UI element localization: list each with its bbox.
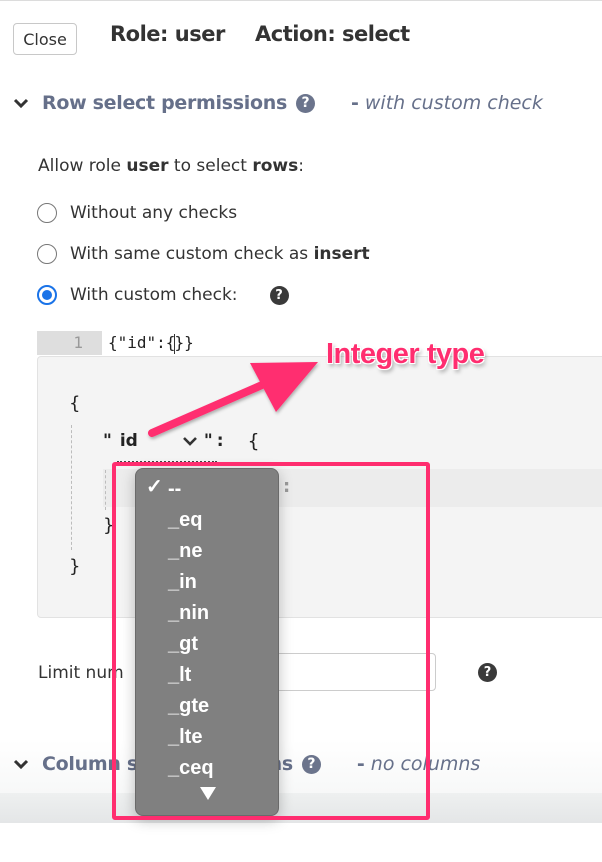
limit-label: Limit num [38,663,124,683]
allow-description: Allow role user to select rows: [38,156,304,176]
indent-guide [71,425,72,550]
top-divider [0,0,602,1]
open-brace: { [69,393,81,414]
role-title: Role: user [110,22,225,46]
chevron-down-icon [13,98,29,109]
action-title: Action: select [255,22,410,46]
radio-custom-check[interactable]: With custom check: ? [37,285,289,305]
radio-same-as-insert[interactable]: With same custom check as insert [37,244,370,264]
annotation-label: Integer type [326,338,485,370]
row-permissions-note: - with custom check [351,92,543,114]
help-icon[interactable]: ? [269,285,289,305]
close-button[interactable]: Close [13,23,77,55]
radio-without-checks[interactable]: Without any checks [37,203,237,223]
code-editor[interactable]: {"id":{}} [108,331,194,355]
radio-button[interactable] [37,203,57,223]
radio-button[interactable] [37,244,57,264]
row-permissions-header[interactable]: Row select permissions ? - with custom ch… [12,92,543,114]
help-icon[interactable]: ? [296,93,315,113]
chevron-down-icon [182,437,197,446]
indent-guide-inner [105,470,106,510]
radio-button-selected[interactable] [37,285,57,305]
column-select[interactable]: " id ": { [103,430,260,452]
chevron-down-icon [13,759,29,770]
help-icon[interactable]: ? [478,663,497,682]
highlight-box [112,462,430,820]
row-permissions-title: Row select permissions [42,92,287,114]
line-number: 1 [37,331,102,355]
close-brace: } [69,556,81,577]
